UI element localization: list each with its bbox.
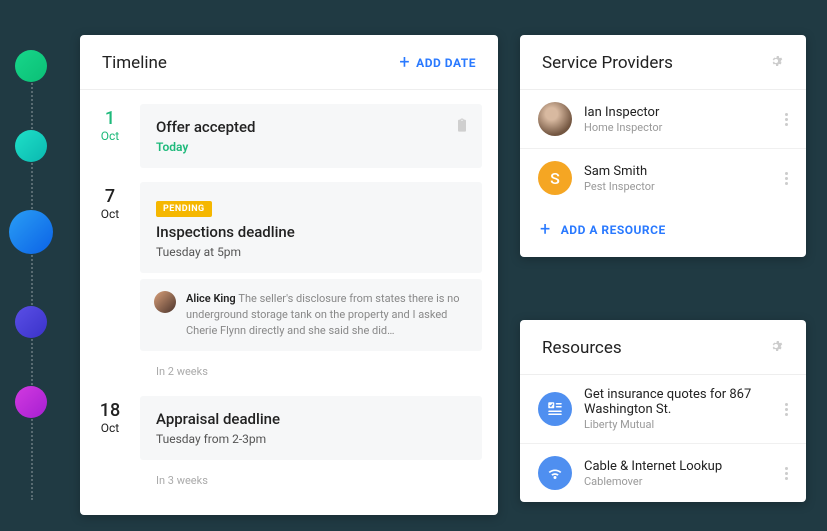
timeline-box: Offer accepted Today [140, 104, 482, 168]
timeline-item[interactable]: 7Oct PENDING Inspections deadline Tuesday a… [80, 168, 498, 351]
stage-dot [15, 130, 47, 162]
gear-icon[interactable] [768, 338, 784, 358]
add-date-label: ADD DATE [416, 56, 476, 70]
timeline-item-title: Inspections deadline [156, 223, 466, 241]
gear-icon[interactable] [768, 53, 784, 73]
providers-title: Service Providers [542, 53, 673, 73]
resources-title: Resources [542, 338, 622, 358]
timeline-item-title: Offer accepted [156, 118, 466, 136]
avatar [538, 102, 572, 136]
timeline-title: Timeline [102, 53, 167, 73]
resource-name: Get insurance quotes for 867 Washington … [584, 387, 785, 417]
providers-card: Service Providers Ian InspectorHome Insp… [520, 35, 806, 257]
resources-card: Resources Get insurance quotes for 867 W… [520, 320, 806, 502]
timeline-header: Timeline + ADD DATE [80, 35, 498, 90]
timeline-month: Oct [80, 421, 140, 435]
timeline-content: PENDING Inspections deadline Tuesday at 5p… [140, 182, 482, 351]
timeline-content: Appraisal deadline Tuesday from 2-3pm [140, 396, 482, 460]
stage-dot [9, 210, 53, 254]
resource-name: Cable & Internet Lookup [584, 459, 785, 474]
note-author: Alice King [186, 292, 238, 305]
timeline-item[interactable]: 1Oct Offer accepted Today [80, 90, 498, 168]
more-icon[interactable] [785, 467, 788, 480]
more-icon[interactable] [785, 403, 788, 416]
more-icon[interactable] [785, 113, 788, 126]
timeline-box: PENDING Inspections deadline Tuesday at 5p… [140, 182, 482, 273]
status-badge: PENDING [156, 201, 212, 217]
stage-dot [15, 386, 47, 418]
timeline-day: 7 [80, 186, 140, 207]
provider-role: Pest Inspector [584, 180, 785, 193]
item-labels: Ian InspectorHome Inspector [584, 105, 785, 134]
resources-header: Resources [520, 320, 806, 375]
note-text: Alice King The seller's disclosure from … [186, 291, 468, 339]
avatar: S [538, 161, 572, 195]
plus-icon: + [399, 54, 410, 72]
providers-list: Ian InspectorHome Inspector S Sam SmithPes… [520, 90, 806, 207]
add-date-button[interactable]: + ADD DATE [399, 54, 476, 72]
item-labels: Sam SmithPest Inspector [584, 164, 785, 193]
resource-item[interactable]: Get insurance quotes for 867 Washington … [520, 375, 806, 444]
timeline-day: 18 [80, 400, 140, 421]
stage-dot [15, 50, 47, 82]
timeline-date: 1Oct [80, 104, 140, 168]
timeline-day: 1 [80, 108, 140, 129]
more-icon[interactable] [785, 172, 788, 185]
timeline-note[interactable]: Alice King The seller's disclosure from … [140, 279, 482, 351]
plus-icon: + [540, 221, 551, 239]
providers-header: Service Providers [520, 35, 806, 90]
timeline-item-sub: Today [156, 140, 466, 154]
resource-source: Cablemover [584, 475, 785, 488]
timeline-item-sub: Tuesday from 2-3pm [156, 432, 466, 446]
timeline-interval: In 3 weeks [80, 460, 498, 491]
add-resource-label: ADD A RESOURCE [561, 223, 666, 237]
avatar [154, 291, 176, 313]
timeline-item-sub: Tuesday at 5pm [156, 245, 466, 259]
provider-item[interactable]: Ian InspectorHome Inspector [520, 90, 806, 149]
dots-connector [31, 60, 33, 500]
item-labels: Get insurance quotes for 867 Washington … [584, 387, 785, 431]
timeline-month: Oct [80, 207, 140, 221]
resource-item[interactable]: Cable & Internet LookupCablemover [520, 444, 806, 502]
timeline-date: 18Oct [80, 396, 140, 460]
resources-list: Get insurance quotes for 867 Washington … [520, 375, 806, 502]
timeline-date: 7Oct [80, 182, 140, 351]
resource-source: Liberty Mutual [584, 418, 785, 431]
provider-name: Ian Inspector [584, 105, 785, 120]
checklist-icon [538, 392, 572, 426]
clipboard-icon[interactable] [454, 116, 470, 138]
provider-item[interactable]: S Sam SmithPest Inspector [520, 149, 806, 207]
timeline-content: Offer accepted Today [140, 104, 482, 168]
provider-role: Home Inspector [584, 121, 785, 134]
timeline-item[interactable]: 18Oct Appraisal deadline Tuesday from 2-3p… [80, 382, 498, 460]
timeline-card: Timeline + ADD DATE 1OctOffer acceptedTo… [80, 35, 498, 515]
add-resource-button[interactable]: + ADD A RESOURCE [520, 207, 806, 257]
stage-dot [15, 306, 47, 338]
item-labels: Cable & Internet LookupCablemover [584, 459, 785, 488]
timeline-body: 1OctOffer acceptedToday7OctPENDINGInspec… [80, 90, 498, 491]
timeline-month: Oct [80, 129, 140, 143]
provider-name: Sam Smith [584, 164, 785, 179]
timeline-box: Appraisal deadline Tuesday from 2-3pm [140, 396, 482, 460]
timeline-interval: In 2 weeks [80, 351, 498, 382]
wifi-icon [538, 456, 572, 490]
timeline-item-title: Appraisal deadline [156, 410, 466, 428]
